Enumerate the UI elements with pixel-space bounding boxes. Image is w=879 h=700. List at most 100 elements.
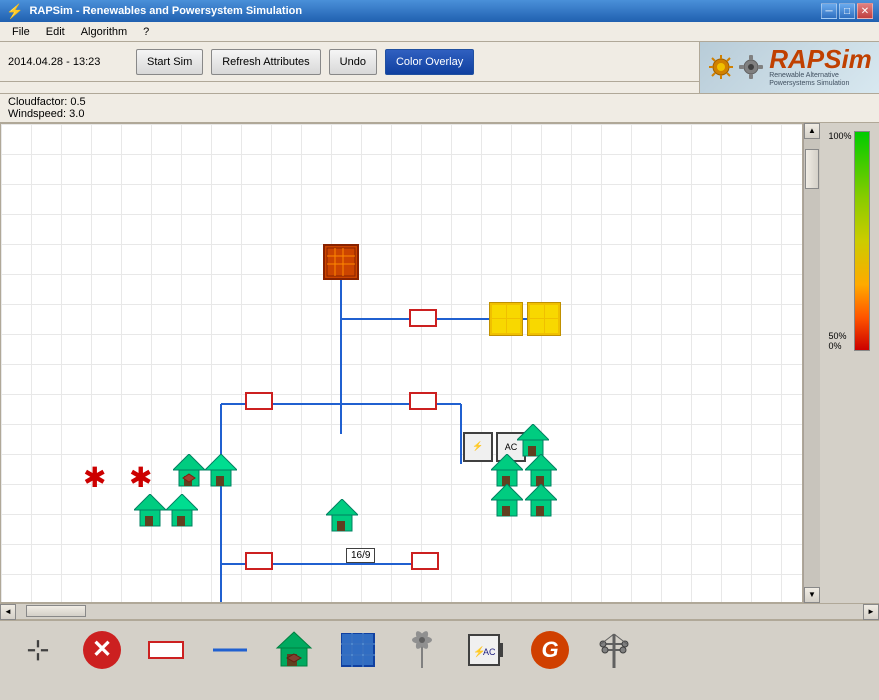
logo-area: RAPSim Renewable Alternative Powersystem…: [699, 42, 879, 93]
node-box-5[interactable]: [411, 552, 439, 570]
maximize-button[interactable]: □: [839, 3, 855, 19]
right-panel: ▲ ▼ 100% 50% 0%: [803, 123, 879, 603]
line-icon: [210, 630, 250, 670]
canvas-star-2[interactable]: ✱: [129, 464, 152, 492]
battery-svg: ⚡ AC: [467, 631, 505, 669]
color-labels: 100% 50% 0%: [828, 131, 851, 351]
canvas-house-8[interactable]: [491, 484, 523, 520]
solar-tool-button[interactable]: [336, 628, 380, 672]
logo-subtitle: Renewable Alternative Powersystems Simul…: [769, 72, 869, 89]
canvas-house-9[interactable]: [525, 484, 557, 520]
menu-help[interactable]: ?: [135, 24, 157, 40]
color-bar-container: 100% 50% 0%: [819, 123, 879, 603]
menu-edit[interactable]: Edit: [38, 24, 73, 40]
title-bar-left: ⚡ RAPSim - Renewables and Powersystem Si…: [6, 3, 302, 20]
canvas-house-2[interactable]: [205, 454, 237, 490]
canvas-house-10[interactable]: [326, 499, 358, 535]
canvas-transformer[interactable]: [323, 244, 359, 280]
canvas-solar-cell: [507, 319, 521, 333]
title-bar: ⚡ RAPSim - Renewables and Powersystem Si…: [0, 0, 879, 22]
datetime-label: 2014.04.28 - 13:23: [8, 56, 128, 68]
window-title: RAPSim - Renewables and Powersystem Simu…: [29, 5, 302, 17]
close-button[interactable]: ✕: [857, 3, 873, 19]
solar-icon: [338, 630, 378, 670]
canvas-grid: [1, 124, 802, 602]
windspeed-label: Windspeed: 3.0: [8, 108, 871, 120]
pole-svg: [595, 630, 633, 670]
scroll-thumb[interactable]: [805, 149, 819, 189]
minimize-button[interactable]: ─: [821, 3, 837, 19]
line-tool-button[interactable]: [208, 628, 252, 672]
wire-icon: [146, 630, 186, 670]
canvas-house-4[interactable]: [166, 494, 198, 530]
generator-icon: G: [530, 630, 570, 670]
scroll-right-button[interactable]: ►: [863, 604, 879, 620]
pole-tool-button[interactable]: [592, 628, 636, 672]
canvas-area[interactable]: ⚡ AC ✱ ✱: [0, 123, 803, 603]
menu-algorithm[interactable]: Algorithm: [73, 24, 135, 40]
wire-tool-button[interactable]: [144, 628, 188, 672]
canvas-solar-cell: [545, 319, 559, 333]
delete-tool-button[interactable]: ✕: [80, 628, 124, 672]
scroll-track[interactable]: [804, 139, 820, 587]
toolbar-info: 2014.04.28 - 13:23: [8, 56, 128, 68]
app-icon: ⚡: [6, 3, 23, 20]
canvas-solar-cell: [545, 305, 559, 319]
battery-icon: ⚡ AC: [466, 630, 506, 670]
canvas-solar-cell: [492, 305, 506, 319]
house-icon: [274, 630, 314, 670]
color-gradient-bar: [854, 131, 870, 351]
menu-bar: File Edit Algorithm ?: [0, 22, 879, 42]
scroll-thumb-h[interactable]: [26, 605, 86, 617]
cloudfactor-label: Cloudfactor: 0.5: [8, 96, 871, 108]
logo-text-area: RAPSim Renewable Alternative Powersystem…: [769, 46, 872, 89]
node-box-3[interactable]: [409, 392, 437, 410]
canvas-label-16-9: 16/9: [346, 548, 375, 563]
canvas-solar-cell: [492, 319, 506, 333]
house-tool-button[interactable]: [272, 628, 316, 672]
window-controls[interactable]: ─ □ ✕: [821, 3, 873, 19]
canvas-house-3[interactable]: [134, 494, 166, 530]
move-tool-button[interactable]: ⊹: [16, 628, 60, 672]
node-box-4[interactable]: [245, 552, 273, 570]
scroll-track-h[interactable]: [16, 604, 863, 619]
canvas-solar-cell: [530, 305, 544, 319]
canvas-solar-cell: [507, 305, 521, 319]
info-bar: Cloudfactor: 0.5 Windspeed: 3.0: [0, 94, 879, 123]
scroll-left-button[interactable]: ◄: [0, 604, 16, 620]
house-svg: [275, 630, 313, 670]
logo-container: RAPSim Renewable Alternative Powersystem…: [707, 46, 872, 89]
delete-circle: ✕: [83, 631, 121, 669]
node-box-1[interactable]: [409, 309, 437, 327]
main-area: ⚡ AC ✱ ✱: [0, 123, 879, 603]
horizontal-scrollbar[interactable]: ◄ ►: [0, 603, 879, 619]
pole-icon: [594, 630, 634, 670]
color-overlay-button[interactable]: Color Overlay: [385, 49, 474, 75]
refresh-attributes-button[interactable]: Refresh Attributes: [211, 49, 320, 75]
canvas-house-1[interactable]: [173, 454, 205, 490]
logo-icon-svg: [707, 53, 735, 81]
canvas-star-1[interactable]: ✱: [83, 464, 106, 492]
menu-file[interactable]: File: [4, 24, 38, 40]
canvas-solar-cell: [530, 319, 544, 333]
toolbar: 2014.04.28 - 13:23 Start Sim Refresh Att…: [0, 42, 699, 82]
wind-tool-button[interactable]: [400, 628, 444, 672]
start-sim-button[interactable]: Start Sim: [136, 49, 203, 75]
scroll-up-button[interactable]: ▲: [804, 123, 820, 139]
node-box-2[interactable]: [245, 392, 273, 410]
generator-tool-button[interactable]: G: [528, 628, 572, 672]
bottom-toolbar: ⊹ ✕: [0, 619, 879, 679]
logo-icons: [707, 53, 765, 81]
canvas-solar-2[interactable]: [527, 302, 561, 336]
move-icon: ⊹: [18, 630, 58, 670]
color-label-50: 50%: [828, 331, 851, 341]
undo-button[interactable]: Undo: [329, 49, 377, 75]
scroll-down-button[interactable]: ▼: [804, 587, 820, 603]
logo-rapsim: RAPSim: [769, 46, 872, 72]
battery-tool-button[interactable]: ⚡ AC: [464, 628, 508, 672]
canvas-battery[interactable]: ⚡: [463, 432, 493, 462]
solar-svg: [339, 631, 377, 669]
color-label-0: 0%: [828, 341, 851, 351]
canvas-solar-1[interactable]: [489, 302, 523, 336]
vertical-scrollbar[interactable]: ▲ ▼: [803, 123, 819, 603]
